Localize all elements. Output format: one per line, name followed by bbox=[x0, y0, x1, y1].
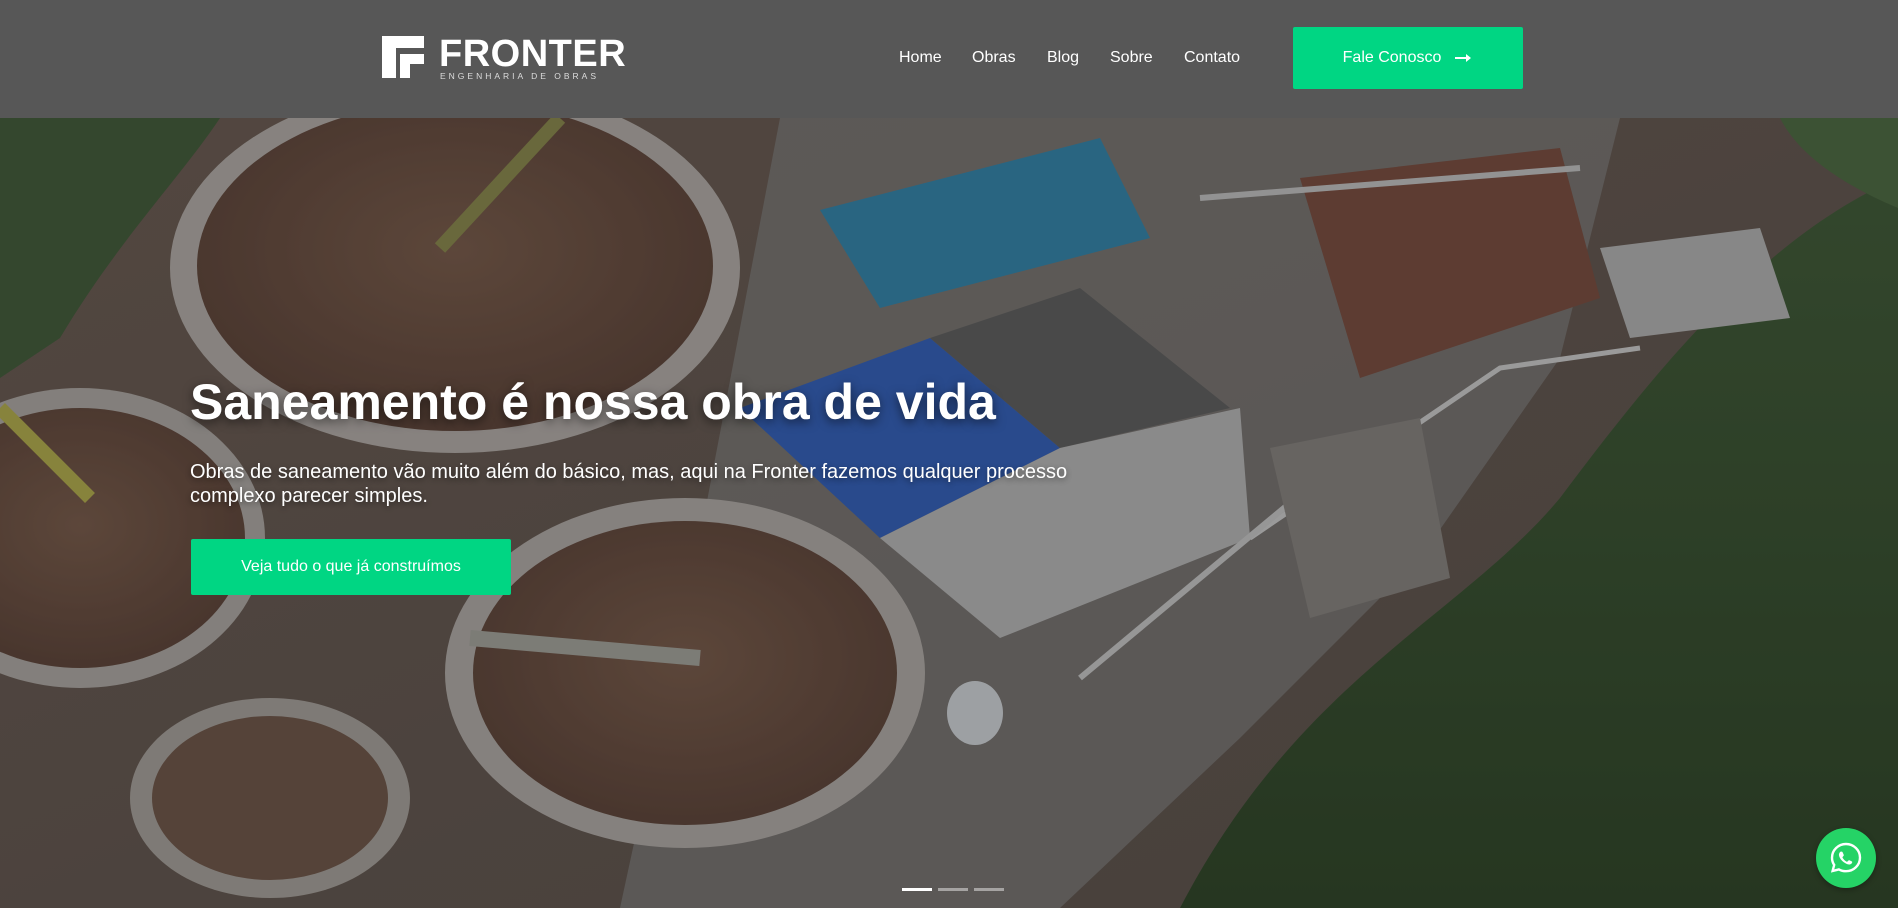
hero-title: Saneamento é nossa obra de vida bbox=[190, 374, 996, 430]
hero-slider: Saneamento é nossa obra de vida Obras de… bbox=[0, 118, 1898, 908]
brand-name: FRONTER bbox=[439, 33, 627, 75]
hero-overlay bbox=[0, 118, 1898, 908]
nav-item-sobre[interactable]: Sobre bbox=[1110, 44, 1153, 72]
view-projects-button[interactable]: Veja tudo o que já construímos bbox=[191, 539, 511, 595]
whatsapp-icon bbox=[1830, 842, 1862, 873]
contact-us-button[interactable]: Fale Conosco bbox=[1293, 27, 1523, 89]
brand-logo[interactable]: FRONTER ENGENHARIA DE OBRAS bbox=[382, 34, 627, 84]
nav-item-blog[interactable]: Blog bbox=[1047, 44, 1079, 72]
arrow-right-icon bbox=[1455, 54, 1472, 62]
slider-dot-2[interactable] bbox=[938, 888, 968, 891]
whatsapp-button[interactable] bbox=[1816, 828, 1876, 888]
fronter-logo-mark-icon bbox=[382, 36, 424, 78]
site-header: FRONTER ENGENHARIA DE OBRAS Home Obras B… bbox=[0, 0, 1898, 118]
nav-item-obras[interactable]: Obras bbox=[972, 44, 1016, 72]
nav-item-home[interactable]: Home bbox=[899, 44, 942, 72]
brand-tagline: ENGENHARIA DE OBRAS bbox=[440, 71, 600, 81]
slider-dot-3[interactable] bbox=[974, 888, 1004, 891]
hero-subtitle: Obras de saneamento vão muito além do bá… bbox=[190, 461, 1068, 507]
slider-dot-1[interactable] bbox=[902, 888, 932, 891]
contact-us-label: Fale Conosco bbox=[1342, 49, 1442, 66]
nav-item-contato[interactable]: Contato bbox=[1184, 44, 1240, 72]
